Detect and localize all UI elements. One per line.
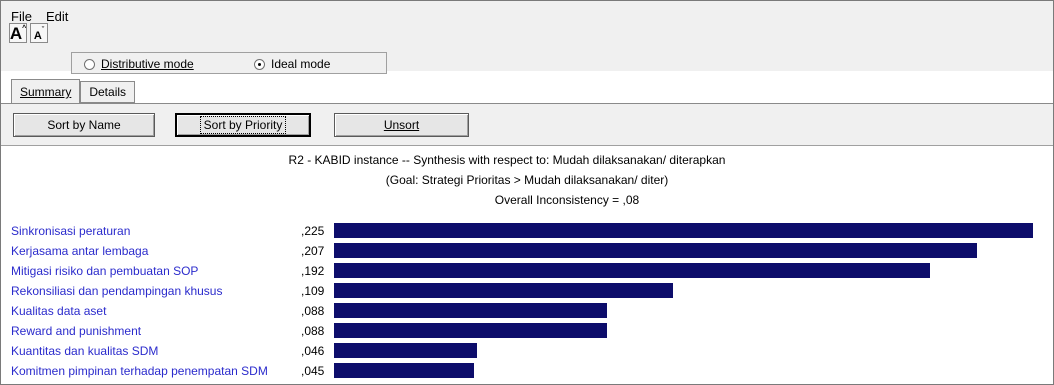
sort-by-priority-label: Sort by Priority [199, 116, 287, 134]
sort-by-priority-button[interactable]: Sort by Priority [175, 113, 311, 137]
goal-subtitle: (Goal: Strategi Prioritas > Mudah dilaks… [385, 173, 669, 187]
increase-font-button[interactable]: A ^ [9, 23, 27, 43]
menu-edit[interactable]: Edit [46, 9, 68, 24]
chart-row: Kerjasama antar lembaga ,207 [1, 241, 1053, 261]
category-label: Rekonsiliasi dan pendampingan khusus [11, 284, 223, 298]
tab-summary-label: Summary [20, 85, 72, 99]
chart-row: Rekonsiliasi dan pendampingan khusus ,109 [1, 281, 1053, 301]
tab-strip: Summary Details [11, 79, 136, 103]
category-label: Kuantitas dan kualitas SDM [11, 344, 159, 358]
category-label: Reward and punishment [11, 324, 142, 338]
value-label: ,225 [301, 224, 325, 238]
value-label: ,088 [301, 324, 325, 338]
menu-bar: File Edit [1, 1, 1053, 31]
distributive-mode-label: Distributive mode [101, 57, 194, 71]
chart-row: Komitmen pimpinan terhadap penempatan SD… [1, 361, 1053, 381]
chart-row: Mitigasi risiko dan pembuatan SOP ,192 [1, 261, 1053, 281]
priority-bar [334, 283, 673, 298]
sort-toolbar: Sort by Name Sort by Priority Unsort [1, 104, 1053, 146]
ideal-mode-label: Ideal mode [271, 57, 331, 71]
priority-bar [334, 223, 1033, 238]
value-label: ,192 [301, 264, 325, 278]
synthesis-title: R2 - KABID instance -- Synthesis with re… [288, 153, 726, 167]
value-label: ,046 [301, 344, 325, 358]
down-arrow-icon: ˇ [41, 27, 45, 34]
priority-bar [334, 303, 607, 318]
category-label: Mitigasi risiko dan pembuatan SOP [11, 264, 199, 278]
category-label: Komitmen pimpinan terhadap penempatan SD… [11, 364, 268, 378]
priority-bar [334, 343, 477, 358]
mode-group: Distributive mode Ideal mode [71, 52, 387, 74]
priority-bar [334, 323, 607, 338]
radio-selected-icon [254, 58, 265, 70]
radio-icon [84, 58, 95, 70]
priority-bar [334, 243, 977, 258]
category-label: Kerjasama antar lembaga [11, 244, 149, 258]
increase-font-label: A [9, 24, 23, 43]
value-label: ,045 [301, 364, 325, 378]
decrease-font-label: A [33, 30, 42, 42]
up-arrow-icon: ^ [22, 25, 27, 32]
category-label: Kualitas data aset [11, 304, 107, 318]
unsort-button[interactable]: Unsort [334, 113, 469, 137]
chart-row: Reward and punishment ,088 [1, 321, 1053, 341]
chart-row: Kuantitas dan kualitas SDM ,046 [1, 341, 1053, 361]
tab-summary[interactable]: Summary [11, 79, 81, 103]
value-label: ,109 [301, 284, 325, 298]
app-window: File Edit A ^ Aˇ Distributive mode Ideal … [0, 0, 1054, 385]
ideal-mode-radio[interactable]: Ideal mode [254, 57, 330, 71]
category-label: Sinkronisasi peraturan [11, 224, 131, 238]
inconsistency-text: Overall Inconsistency = ,08 [494, 193, 640, 207]
tab-details[interactable]: Details [80, 81, 136, 103]
value-label: ,207 [301, 244, 325, 258]
decrease-font-button[interactable]: Aˇ [30, 23, 48, 43]
priority-bar [334, 363, 474, 378]
chart-row: Kualitas data aset ,088 [1, 301, 1053, 321]
sort-by-name-button[interactable]: Sort by Name [13, 113, 155, 137]
sort-by-name-label: Sort by Name [47, 118, 121, 132]
menu-file[interactable]: File [11, 9, 32, 24]
tab-details-label: Details [89, 85, 127, 99]
distributive-mode-radio[interactable]: Distributive mode [84, 57, 194, 71]
value-label: ,088 [301, 304, 325, 318]
unsort-label: Unsort [383, 118, 420, 132]
priority-bar [334, 263, 930, 278]
chart-row: Sinkronisasi peraturan ,225 [1, 221, 1053, 241]
